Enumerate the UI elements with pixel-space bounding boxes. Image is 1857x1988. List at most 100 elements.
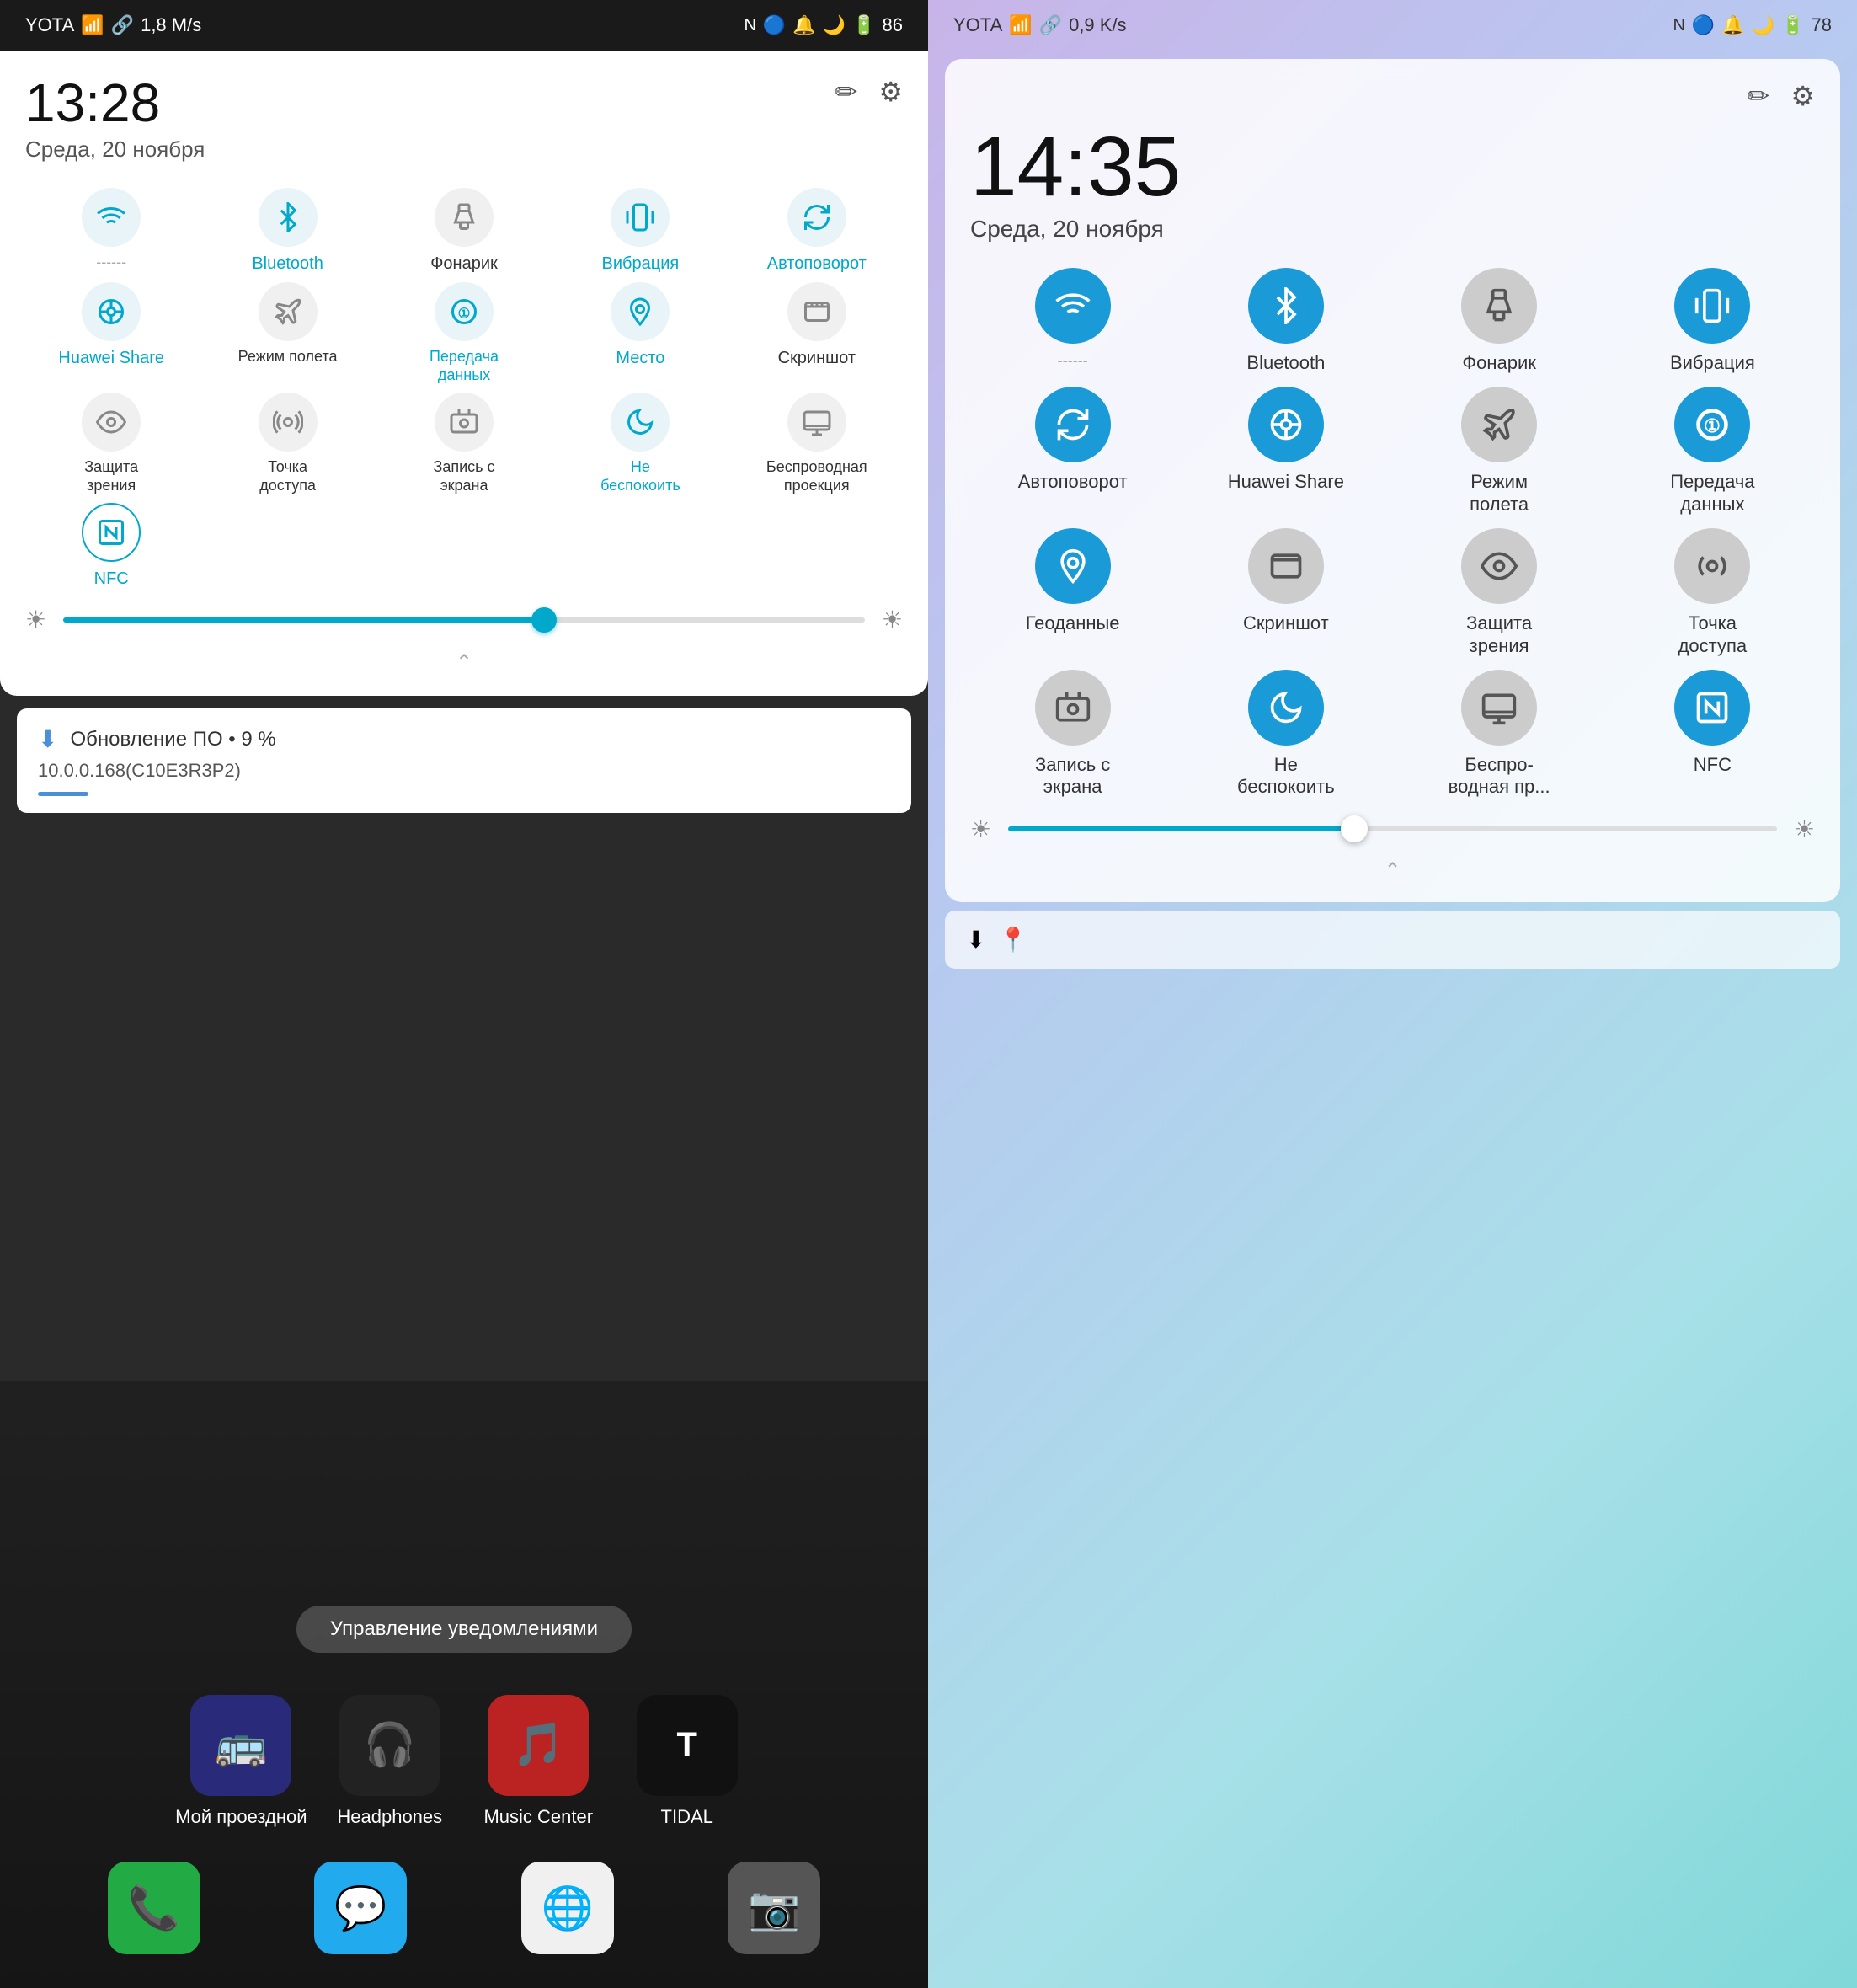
right-toggle-screen-record[interactable]: Запись сэкрана [970,670,1175,799]
dock-chrome[interactable]: 🌐 [521,1862,614,1954]
left-brightness-slider[interactable] [63,617,865,623]
left-dock: 📞 💬 🌐 📷 [0,1862,928,1954]
left-moon-icon: 🌙 [823,14,846,36]
dock-phone[interactable]: 📞 [108,1862,200,1954]
right-date: Среда, 20 ноября [970,216,1815,243]
toggle-eye-protection[interactable]: Защитазрения [25,393,197,494]
right-edit-button[interactable]: ✏ [1748,80,1770,112]
toggle-bluetooth[interactable]: Bluetooth [201,188,373,274]
dock-messages[interactable]: 💬 [314,1862,407,1954]
left-collapse-arrow[interactable]: ⌃ [25,646,903,679]
right-screen-record-label: Запись сэкрана [1035,754,1110,799]
right-data-transfer-label: Передачаданных [1670,471,1754,516]
toggle-nfc[interactable]: NFC [25,503,197,589]
left-notif-subtitle: 10.0.0.168(C10E3R3P2) [38,760,890,782]
left-quick-panel: 13:28 Среда, 20 ноября ✏ ⚙ ------ [0,51,928,696]
right-settings-button[interactable]: ⚙ [1790,80,1815,112]
right-toggle-do-not-disturb[interactable]: Небеспокоить [1183,670,1388,799]
toggle-autorotate[interactable]: Автоповорот [731,188,903,274]
left-notif-download-icon: ⬇ [38,725,57,753]
right-brightness-min-icon: ☀ [970,815,991,843]
left-status-left: YOTA 📶 🔗 1,8 M/s [25,14,201,36]
right-toggle-vibration[interactable]: Вибрация [1610,268,1815,374]
left-wallpaper-area: Управление уведомлениями 🚌 Мой проездной… [0,1381,928,1988]
right-toggle-hotspot[interactable]: Точкадоступа [1610,528,1815,657]
right-toggle-autorotate[interactable]: Автоповорот [970,387,1175,516]
do-not-disturb-toggle-icon [611,393,670,452]
right-moon-icon: 🌙 [1752,14,1774,36]
right-brightness-slider[interactable] [1008,826,1777,831]
right-airplane-label: Режимполета [1470,471,1529,516]
toggle-huawei-share[interactable]: Huawei Share [25,282,197,384]
right-toggle-wifi[interactable]: ------ [970,268,1175,374]
right-toggle-airplane[interactable]: Режимполета [1397,387,1602,516]
app-tidal[interactable]: T TIDAL [621,1695,752,1828]
do-not-disturb-label: Небеспокоить [600,458,680,494]
left-alarm-icon: 🔔 [792,14,815,36]
left-brightness-min-icon: ☀ [25,606,46,633]
right-toggle-geodata[interactable]: Геоданные [970,528,1175,657]
left-status-bar: YOTA 📶 🔗 1,8 M/s N 🔵 🔔 🌙 🔋 86 [0,0,928,51]
toggle-do-not-disturb[interactable]: Небеспокоить [554,393,726,494]
toggle-hotspot[interactable]: Точкадоступа [201,393,373,494]
vibration-label: Вибрация [602,254,680,274]
right-collapse-arrow[interactable]: ⌃ [970,852,1815,890]
right-toggle-wireless-projection[interactable]: Беспро-водная пр... [1397,670,1602,799]
app-musiccenter[interactable]: 🎵 Music Center [472,1695,604,1828]
right-screenshot-label: Скриншот [1243,612,1329,634]
right-huawei-share-label: Huawei Share [1228,471,1344,493]
huawei-share-label: Huawei Share [58,348,164,368]
toggle-airplane[interactable]: Режим полета [201,282,373,384]
toggle-flashlight[interactable]: Фонарик [378,188,550,274]
right-toggle-screenshot[interactable]: Скриншот [1183,528,1388,657]
left-notif-title: Обновление ПО • 9 % [70,728,275,751]
right-carrier: YOTA [953,14,1002,36]
hotspot-toggle-icon [259,393,318,452]
app-headphones-icon: 🎧 [339,1695,440,1796]
left-settings-button[interactable]: ⚙ [878,76,903,108]
left-brightness-row: ☀ ☀ [25,606,903,633]
right-airplane-icon [1461,387,1537,462]
right-toggle-eye-protection[interactable]: Защитазрения [1397,528,1602,657]
data-transfer-label: Передачаданных [430,348,499,384]
app-musiccenter-icon: 🎵 [488,1695,589,1796]
toggle-wireless-projection[interactable]: Беспроводнаяпроекция [731,393,903,494]
toggle-wifi[interactable]: ------ [25,188,197,274]
right-toggle-nfc[interactable]: NFC [1610,670,1815,799]
right-toggle-data-transfer[interactable]: ① Передачаданных [1610,387,1815,516]
app-headphones[interactable]: 🎧 Headphones [324,1695,456,1828]
flashlight-toggle-icon [435,188,494,247]
bluetooth-toggle-icon [259,188,318,247]
screenshot-label: Скриншот [778,348,856,368]
right-hotspot-label: Точкадоступа [1678,612,1748,657]
eye-protection-toggle-icon [82,393,141,452]
toggle-vibration[interactable]: Вибрация [554,188,726,274]
right-panel-header: ✏ ⚙ [970,80,1815,112]
dock-camera[interactable]: 📷 [728,1862,820,1954]
right-do-not-disturb-icon [1248,670,1324,746]
left-edit-button[interactable]: ✏ [835,76,858,108]
right-brightness-max-icon: ☀ [1794,815,1815,843]
location-label: Место [616,348,664,368]
left-notification-panel[interactable]: ⬇ Обновление ПО • 9 % 10.0.0.168(C10E3R3… [17,708,911,813]
left-brightness-thumb [531,607,557,633]
manage-notifications-button[interactable]: Управление уведомлениями [296,1606,632,1653]
left-speed: 1,8 M/s [141,14,201,36]
right-toggle-huawei-share[interactable]: Huawei Share [1183,387,1388,516]
toggle-data-transfer[interactable]: ① Передачаданных [378,282,550,384]
right-flashlight-icon [1461,268,1537,344]
right-vibration-icon [1674,268,1750,344]
right-geodata-label: Геоданные [1026,612,1120,634]
left-date: Среда, 20 ноября [25,136,205,163]
right-toggle-bluetooth[interactable]: Bluetooth [1183,268,1388,374]
right-notif-download-icon: ⬇ [966,926,985,954]
app-mytravel[interactable]: 🚌 Мой проездной [175,1695,307,1828]
toggle-screen-record[interactable]: Запись сэкрана [378,393,550,494]
toggle-location[interactable]: Место [554,282,726,384]
right-wifi-icon: 🔗 [1039,14,1062,36]
toggle-screenshot[interactable]: Скриншот [731,282,903,384]
right-toggle-flashlight[interactable]: Фонарик [1397,268,1602,374]
left-battery-level: 86 [883,14,903,36]
right-autorotate-icon [1035,387,1111,462]
right-battery-level: 78 [1812,14,1832,36]
